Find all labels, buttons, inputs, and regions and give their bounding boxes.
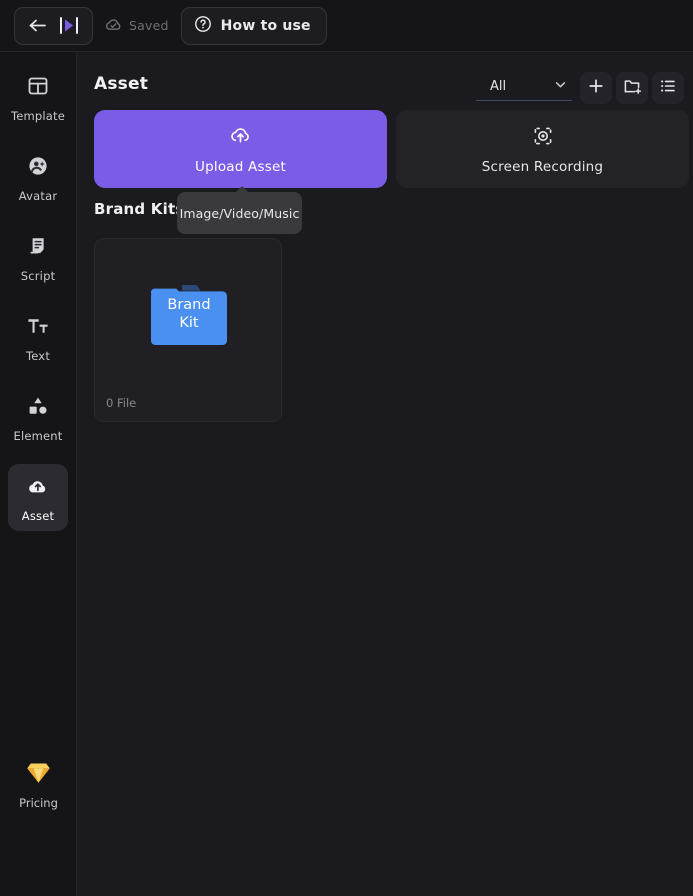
upload-tooltip: Image/Video/Music (177, 186, 302, 234)
arrow-left-icon[interactable] (28, 18, 47, 33)
saved-label: Saved (129, 18, 169, 33)
add-button[interactable] (580, 72, 612, 104)
element-icon (26, 394, 50, 422)
sidebar-item-label: Pricing (19, 796, 58, 810)
avatar-icon (26, 154, 50, 182)
list-view-button[interactable] (652, 72, 684, 104)
brand-kit-name: Brand Kit (151, 285, 227, 345)
main-content: Asset All Upload Asset Screen Recording … (77, 52, 693, 896)
sidebar: Template Avatar Script Text Element Asse… (0, 52, 77, 896)
top-bar: Saved How to use (0, 0, 693, 52)
asset-type-filter[interactable]: All (476, 73, 572, 101)
how-to-use-button[interactable]: How to use (180, 6, 327, 45)
sidebar-item-template[interactable]: Template (8, 64, 68, 131)
screen-capture-icon (531, 124, 555, 152)
brand-kits-section-title: Brand Kits (94, 200, 185, 218)
screen-recording-label: Screen Recording (481, 158, 604, 175)
brand-kit-name-line1: Brand (167, 297, 211, 314)
cloud-check-icon (105, 17, 122, 35)
play-marker-logo[interactable] (59, 16, 79, 35)
question-circle-icon (194, 15, 212, 37)
template-icon (26, 74, 50, 102)
brand-kit-card[interactable]: Brand Kit 0 File (94, 238, 282, 422)
sidebar-item-script[interactable]: Script (8, 224, 68, 291)
asset-cloud-icon (26, 474, 50, 502)
screen-recording-button[interactable]: Screen Recording (396, 110, 689, 188)
sidebar-item-element[interactable]: Element (8, 384, 68, 451)
sidebar-item-text[interactable]: Text (8, 304, 68, 371)
sidebar-item-label: Script (20, 269, 56, 283)
tooltip-text: Image/Video/Music (179, 205, 300, 221)
brand-kit-file-count: 0 File (106, 396, 137, 410)
page-title: Asset (94, 74, 149, 94)
upload-actions-row: Upload Asset Screen Recording (94, 110, 689, 188)
plus-icon (587, 77, 605, 99)
saved-status: Saved (105, 17, 169, 35)
sidebar-item-pricing[interactable]: Pricing (0, 760, 77, 810)
upload-asset-label: Upload Asset (195, 159, 286, 175)
script-icon (26, 234, 50, 262)
text-icon (26, 314, 50, 342)
sidebar-item-label: Asset (21, 509, 55, 523)
sidebar-item-label: Avatar (18, 189, 58, 203)
sidebar-item-label: Template (10, 109, 66, 123)
upload-asset-button[interactable]: Upload Asset (94, 110, 387, 188)
chevron-down-icon[interactable] (553, 77, 568, 96)
sidebar-item-asset[interactable]: Asset (8, 464, 68, 531)
app-root: Saved How to use Template Avatar Script … (0, 0, 693, 896)
diamond-gem-icon (25, 760, 52, 789)
sidebar-item-avatar[interactable]: Avatar (8, 144, 68, 211)
back-and-logo-group[interactable] (14, 6, 93, 45)
sidebar-item-label: Element (13, 429, 63, 443)
how-to-use-label: How to use (220, 17, 311, 34)
folder-plus-icon (623, 77, 642, 99)
brand-kit-name-line2: Kit (179, 315, 199, 331)
sidebar-item-label: Text (25, 349, 51, 363)
list-icon (659, 77, 677, 99)
new-folder-button[interactable] (616, 72, 648, 104)
cloud-upload-icon (228, 123, 253, 152)
brand-kit-folder: Brand Kit (95, 239, 283, 391)
filter-value: All (490, 79, 507, 94)
